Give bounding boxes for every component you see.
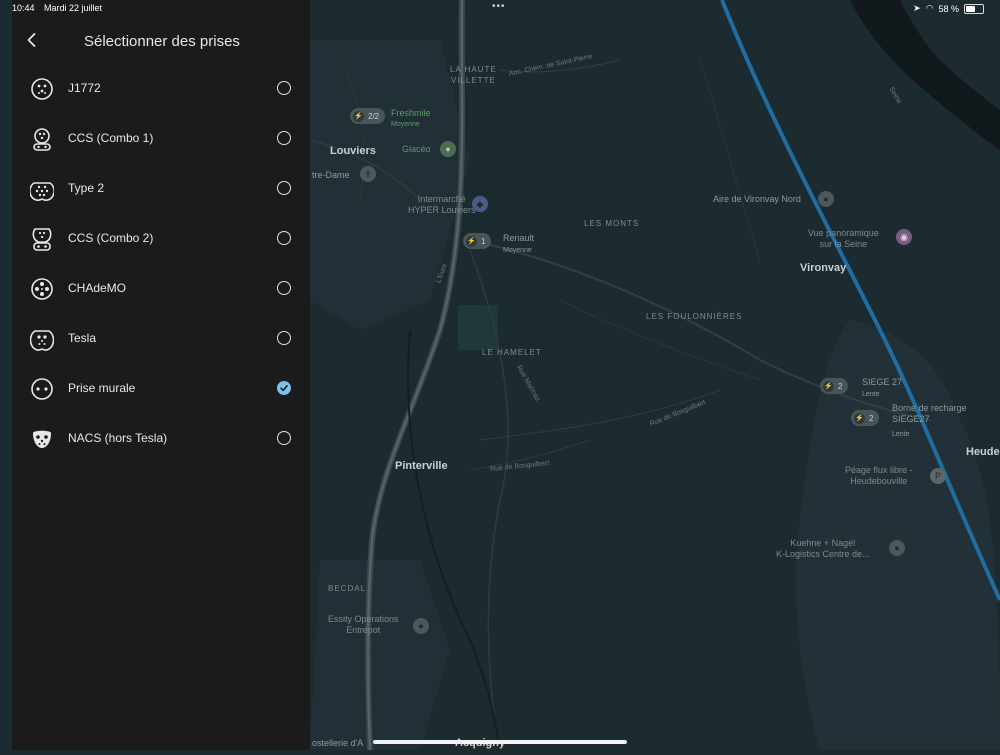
- nacs-plug-icon: [33, 430, 51, 448]
- radio-unchecked-icon[interactable]: [277, 81, 291, 95]
- j1772-plug-icon: [31, 78, 53, 100]
- radio-unchecked-icon[interactable]: [277, 281, 291, 295]
- map-label-becdal: BECDAL: [328, 584, 367, 593]
- ev-count: 1: [481, 236, 486, 246]
- map-label-peage: Péage flux libre - Heudebouville: [845, 465, 913, 486]
- chevron-left-icon: [27, 33, 36, 47]
- panel-title: Sélectionner des prises: [84, 33, 240, 50]
- map-label-aire-vironvay: Aire de Vironvay Nord: [713, 194, 801, 204]
- poi-pin-camera[interactable]: ◉: [896, 229, 912, 245]
- ev-station-freshmile-badge[interactable]: ⚡ 2/2: [350, 108, 386, 124]
- plug-row[interactable]: CCS (Combo 1): [12, 117, 310, 161]
- map-label-intermarche: Intermarché HYPER Louviers: [408, 194, 476, 215]
- radio-unchecked-icon[interactable]: [277, 181, 291, 195]
- map-label-siege27-sub: Lente: [862, 391, 880, 398]
- map-label-kuehne: Kuehne + Nagel K-Logistics Centre de...: [776, 538, 870, 559]
- plug-label: Tesla: [68, 331, 97, 345]
- multitasking-dots[interactable]: •••: [492, 1, 506, 12]
- plug-row[interactable]: CCS (Combo 2): [12, 217, 310, 261]
- plug-row[interactable]: J1772: [12, 67, 310, 111]
- ccs1-plug-icon: [33, 128, 51, 151]
- ev-station-renault-badge[interactable]: ⚡ 1: [463, 233, 492, 249]
- map-label-borne: Borne de recharge SIEGE27: [892, 403, 967, 424]
- bolt-icon: ⚡: [466, 235, 477, 247]
- map-label-le-hamelet: LE HAMELET: [482, 348, 542, 357]
- ev-station-borne-badge[interactable]: ⚡ 2: [851, 410, 880, 426]
- status-bar: 10:44 Mardi 22 juillet ••• ➤ ◠ 58 %: [0, 0, 1000, 16]
- ccs2-plug-icon: [32, 228, 52, 251]
- plug-label: Type 2: [68, 181, 105, 195]
- wall-plug-icon: [31, 378, 53, 400]
- type2-plug-icon: [30, 182, 54, 201]
- plug-selection-panel: Sélectionner des prises J1772 CCS (Combo …: [12, 0, 310, 750]
- battery-percent: 58 %: [938, 3, 959, 14]
- map-label-freshmile: Freshmile: [391, 108, 431, 118]
- plug-label: Prise murale: [68, 381, 136, 395]
- map-label-la-haute-villette: LA HAUTE VILLETTE: [450, 65, 497, 85]
- ev-station-siege27-badge[interactable]: ⚡ 2: [820, 378, 849, 394]
- ev-count: 2: [838, 381, 843, 391]
- bolt-icon: ⚡: [854, 412, 865, 424]
- tesla-plug-icon: [30, 330, 54, 351]
- status-date: Mardi 22 juillet: [44, 3, 103, 13]
- map-label-glaceo: Glacéo: [402, 144, 431, 154]
- panel-header: Sélectionner des prises: [12, 28, 310, 56]
- plug-row[interactable]: Tesla: [12, 317, 310, 361]
- poi-pin-church[interactable]: ✝: [360, 166, 376, 182]
- bolt-icon: ⚡: [823, 380, 834, 392]
- map-label-les-foulonnieres: LES FOULONNIÈRES: [646, 312, 743, 321]
- poi-pin-essity[interactable]: ●: [413, 618, 429, 634]
- plug-row[interactable]: Type 2: [12, 167, 310, 211]
- poi-pin-parking[interactable]: P: [930, 468, 946, 484]
- back-button[interactable]: [22, 30, 42, 50]
- plug-row[interactable]: NACS (hors Tesla): [12, 417, 310, 461]
- plug-row[interactable]: Prise murale: [12, 367, 310, 411]
- plug-label: CCS (Combo 2): [68, 231, 154, 245]
- plug-row[interactable]: CHAdeMO: [12, 267, 310, 311]
- ev-count: 2: [869, 413, 874, 423]
- poi-pin-aire[interactable]: ●: [818, 191, 834, 207]
- battery-icon: [964, 3, 984, 14]
- map-label-essity: Essity Operations Entrepot: [328, 614, 399, 635]
- location-arrow-icon: ➤: [913, 3, 921, 13]
- radio-unchecked-icon[interactable]: [277, 431, 291, 445]
- plug-label: CCS (Combo 1): [68, 131, 154, 145]
- radio-unchecked-icon[interactable]: [277, 331, 291, 345]
- map-label-hostellerie: ostellerie d'A: [312, 738, 364, 748]
- map-label-siege27: SIEGE 27: [862, 377, 903, 387]
- map-label-renault-sub: Moyenne: [503, 247, 532, 254]
- map-label-vue-panoramique: Vue panoramique sur la Seine: [808, 228, 879, 249]
- map-label-notre-dame: tre-Dame: [312, 170, 350, 180]
- poi-pin-kuehne[interactable]: ●: [889, 540, 905, 556]
- map-label-vironvay: Vironvay: [800, 262, 847, 274]
- poi-pin-glaceo[interactable]: ●: [440, 141, 456, 157]
- plug-label: J1772: [68, 81, 101, 95]
- chademo-plug-icon: [31, 278, 53, 300]
- map-label-louviers: Louviers: [330, 145, 376, 157]
- radio-checked-icon[interactable]: [277, 381, 291, 395]
- map-label-borne-sub: Lente: [892, 431, 910, 438]
- ev-count: 2/2: [368, 111, 380, 121]
- poi-pin-shopping[interactable]: ◆: [472, 196, 488, 212]
- radio-unchecked-icon[interactable]: [277, 231, 291, 245]
- bolt-icon: ⚡: [353, 110, 364, 122]
- map-label-pinterville: Pinterville: [395, 460, 448, 472]
- wifi-icon: ◠: [925, 3, 934, 13]
- radio-unchecked-icon[interactable]: [277, 131, 291, 145]
- map-label-freshmile-sub: Moyenne: [391, 121, 420, 128]
- plug-label: NACS (hors Tesla): [68, 431, 168, 445]
- status-time: 10:44: [12, 3, 35, 13]
- home-indicator[interactable]: [373, 740, 627, 744]
- plug-label: CHAdeMO: [68, 281, 127, 295]
- map-label-les-monts: LES MONTS: [584, 219, 640, 228]
- map-label-heude: Heude: [966, 446, 1000, 458]
- map-label-renault: Renault: [503, 233, 535, 243]
